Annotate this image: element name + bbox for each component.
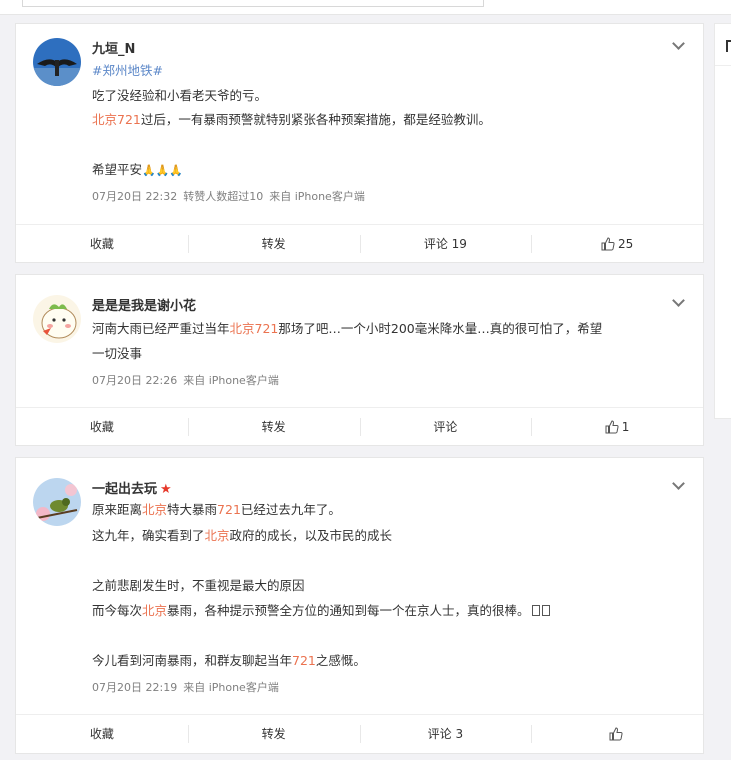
right-sidebar-header — [715, 24, 731, 66]
post-card: 一起出去玩 ★ 原来距离北京特大暴雨721已经过去九年了。 这九年，确实看到了北京… — [15, 457, 704, 754]
text-segment: 政府的成长，以及市民的成长 — [229, 528, 393, 543]
post-text-line: 之前悲剧发生时，不重视是最大的原因 — [92, 577, 305, 595]
hot-topics-icon — [726, 40, 731, 52]
repost-label: 转发 — [261, 237, 286, 251]
repost-button[interactable]: 转发 — [187, 225, 360, 262]
text-segment: 特大暴雨 — [167, 502, 218, 517]
post-time[interactable]: 07月20日 22:19 — [92, 681, 177, 694]
favorite-label: 收藏 — [89, 420, 114, 434]
post-text-line: 北京721过后，一有暴雨预警就特别紧张各种预案措施，都是经验教训。 — [92, 111, 491, 129]
post-text-line: 这九年，确实看到了北京政府的成长，以及市民的成长 — [92, 527, 392, 545]
post-card: 九垣_N #郑州地铁# 吃了没经验和小看老天爷的亏。 北京721过后，一有暴雨预… — [15, 23, 704, 263]
text-segment: 暴雨，各种提示预警全方位的通知到每一个在京人士，真的很棒。 — [167, 603, 530, 618]
text-segment: 这九年，确实看到了 — [92, 528, 205, 543]
post-text-line: 而今每次北京暴雨，各种提示预警全方位的通知到每一个在京人士，真的很棒。 — [92, 602, 550, 620]
comment-button[interactable]: 评论 19 — [359, 225, 532, 262]
post-text-line: 今儿看到河南暴雨，和群友聊起当年721之感慨。 — [92, 652, 366, 670]
top-nav-bar — [0, 0, 731, 15]
comment-label: 评论 — [433, 420, 458, 434]
repost-label: 转发 — [261, 727, 286, 741]
text-segment: 之感慨。 — [315, 653, 366, 668]
post-meta: 07月20日 22:26 来自 iPhone客户端 — [92, 372, 285, 388]
like-count: 25 — [617, 236, 634, 251]
avatar[interactable] — [33, 478, 81, 526]
text-segment: 已经过去九年了。 — [240, 502, 341, 517]
text-segment: 之前悲剧发生时，不重视是最大的原因 — [92, 578, 305, 593]
avatar[interactable] — [33, 295, 81, 343]
like-button[interactable]: 25 — [531, 225, 703, 262]
keyword-link[interactable]: 721 — [217, 502, 241, 517]
keyword-link[interactable]: 721 — [292, 653, 316, 668]
text-segment: 吃了没经验和小看老天爷的亏。 — [92, 88, 268, 103]
chevron-down-icon[interactable] — [672, 294, 685, 307]
repost-button[interactable]: 转发 — [187, 715, 360, 752]
post-card: 是是是我是谢小花 河南大雨已经严重过当年北京721那场了吧…一个小时200毫米降… — [15, 274, 704, 446]
thumbs-up-icon — [605, 419, 619, 433]
post-time[interactable]: 07月20日 22:32 — [92, 190, 177, 203]
comment-button[interactable]: 评论 — [359, 408, 532, 445]
keyword-link[interactable]: 北京 — [205, 528, 230, 543]
repost-count-note: 转赞人数超过10 — [183, 190, 264, 203]
post-time[interactable]: 07月20日 22:26 — [92, 374, 177, 387]
chevron-down-icon[interactable] — [672, 37, 685, 50]
action-bar: 收藏 转发 评论 3 — [16, 714, 703, 752]
favorite-button[interactable]: 收藏 — [16, 225, 188, 262]
post-source: 来自 iPhone客户端 — [183, 374, 279, 387]
text-segment: 一切没事 — [92, 346, 143, 361]
comment-label: 评论 3 — [427, 727, 464, 741]
thumbs-up-icon — [601, 236, 615, 250]
post-text-line: 一切没事 — [92, 345, 142, 363]
comment-button[interactable]: 评论 3 — [359, 715, 532, 752]
like-count: 1 — [621, 419, 630, 434]
keyword-link[interactable]: 北京721 — [92, 112, 141, 127]
action-bar: 收藏 转发 评论 1 — [16, 407, 703, 445]
text-segment: 过后，一有暴雨预警就特别紧张各种预案措施，都是经验教训。 — [140, 112, 491, 127]
topic-link[interactable]: #郑州地铁# — [92, 62, 163, 80]
favorite-label: 收藏 — [89, 237, 114, 251]
comment-label: 评论 19 — [423, 237, 467, 251]
keyword-link[interactable]: 北京721 — [230, 321, 279, 336]
keyword-link[interactable]: 北京 — [142, 502, 167, 517]
repost-button[interactable]: 转发 — [187, 408, 360, 445]
post-source: 来自 iPhone客户端 — [269, 190, 365, 203]
action-bar: 收藏 转发 评论 19 25 — [16, 224, 703, 262]
like-button[interactable] — [531, 715, 703, 752]
text-segment: 那场了吧…一个小时200毫米降水量…真的很可怕了，希望 — [278, 321, 603, 336]
like-button[interactable]: 1 — [531, 408, 703, 445]
keyword-link[interactable]: 北京 — [142, 603, 167, 618]
favorite-button[interactable]: 收藏 — [16, 408, 188, 445]
post-text-line: 吃了没经验和小看老天爷的亏。 — [92, 87, 267, 105]
post-text-line: 河南大雨已经严重过当年北京721那场了吧…一个小时200毫米降水量…真的很可怕了… — [92, 320, 602, 338]
post-source: 来自 iPhone客户端 — [183, 681, 279, 694]
thumbs-up-icon — [609, 726, 623, 740]
username-text: 一起出去玩 — [92, 482, 158, 497]
text-segment: 河南大雨已经严重过当年 — [92, 321, 230, 336]
username[interactable]: 一起出去玩 ★ — [92, 478, 172, 497]
avatar[interactable] — [33, 38, 81, 86]
missing-glyph — [531, 605, 540, 616]
text-segment: 今儿看到河南暴雨，和群友聊起当年 — [92, 653, 293, 668]
chevron-down-icon[interactable] — [672, 477, 685, 490]
repost-label: 转发 — [261, 420, 286, 434]
text-segment: 原来距离 — [92, 502, 143, 517]
text-segment: 而今每次 — [92, 603, 143, 618]
username[interactable]: 是是是我是谢小花 — [92, 295, 196, 314]
missing-glyph — [541, 605, 550, 616]
post-text-line: 希望平安🙏🙏🙏 — [92, 161, 183, 180]
star-icon: ★ — [160, 482, 172, 497]
post-meta: 07月20日 22:19 来自 iPhone客户端 — [92, 679, 285, 695]
search-input[interactable] — [22, 0, 484, 7]
pray-emoji: 🙏🙏🙏 — [142, 164, 184, 177]
username[interactable]: 九垣_N — [92, 38, 135, 57]
text-segment: 希望平安 — [92, 162, 143, 177]
favorite-button[interactable]: 收藏 — [16, 715, 188, 752]
post-meta: 07月20日 22:32 转赞人数超过10 来自 iPhone客户端 — [92, 188, 371, 204]
right-sidebar-panel — [714, 23, 731, 419]
favorite-label: 收藏 — [89, 727, 114, 741]
post-text-line: 原来距离北京特大暴雨721已经过去九年了。 — [92, 501, 341, 519]
